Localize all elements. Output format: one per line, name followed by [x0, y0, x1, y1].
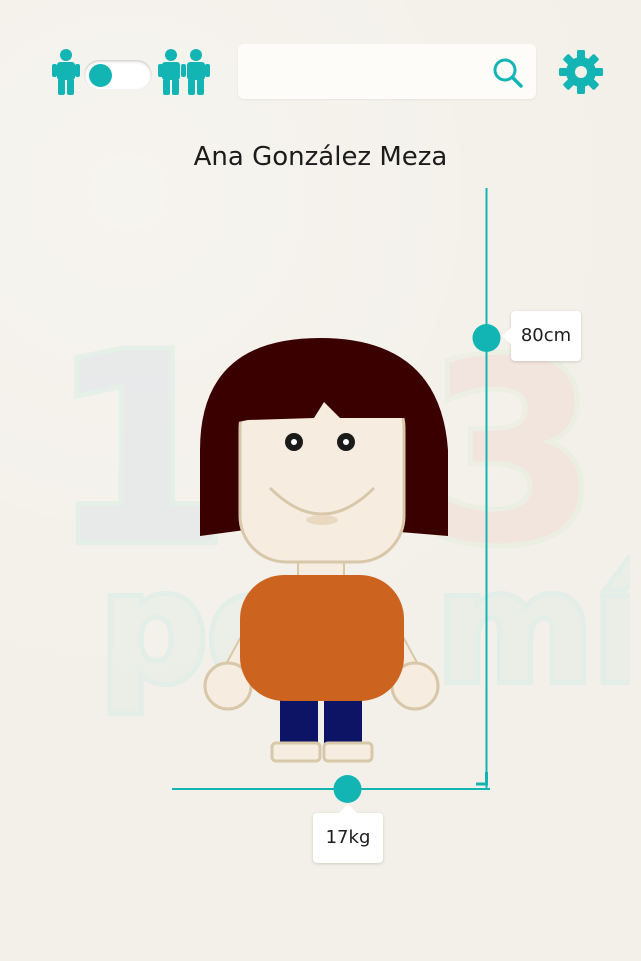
height-handle[interactable] [472, 324, 501, 352]
app-screen: 1 2 3 por mí [0, 0, 641, 961]
weight-handle[interactable] [333, 775, 362, 803]
weight-label: 17kg [313, 804, 383, 863]
height-label: 80cm [502, 311, 581, 361]
corner-bracket [476, 772, 488, 786]
